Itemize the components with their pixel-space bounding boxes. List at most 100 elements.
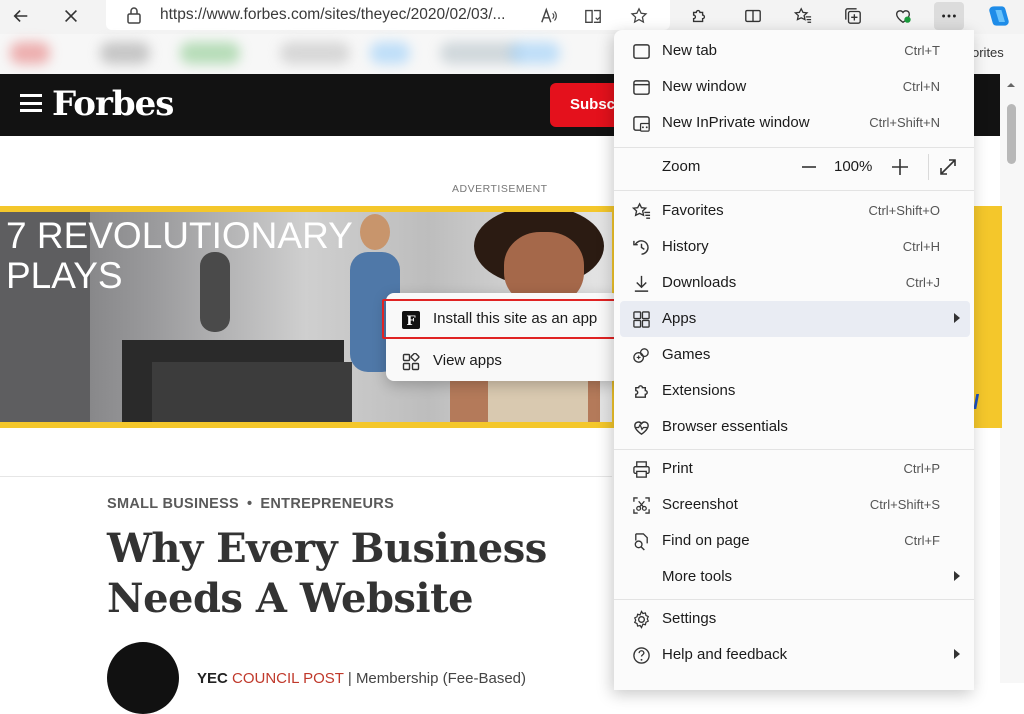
favorites-star-list-icon xyxy=(632,202,651,219)
history-clock-icon xyxy=(633,240,649,255)
menu-item-favorites[interactable]: Favorites Ctrl+Shift+O xyxy=(620,193,970,229)
section-link-small-business[interactable]: SMALL BUSINESS xyxy=(107,496,239,512)
menu-item-new-tab[interactable]: New tab Ctrl+T xyxy=(620,33,970,69)
printer-icon xyxy=(633,461,650,478)
zoom-out-minus-icon[interactable] xyxy=(800,158,818,176)
menu-item-find-on-page[interactable]: Find on page Ctrl+F xyxy=(620,523,970,559)
menu-item-extensions[interactable]: Extensions xyxy=(620,373,970,409)
menu-item-help-and-feedback[interactable]: Help and feedback xyxy=(620,637,970,673)
heart-pulse-icon xyxy=(896,10,911,24)
page-scrollbar[interactable] xyxy=(1000,74,1024,683)
new-tab-icon xyxy=(633,44,650,59)
apps-grid-icon xyxy=(402,353,420,371)
games-controller-icon xyxy=(633,348,649,363)
menu-item-browser-essentials[interactable]: Browser essentials xyxy=(620,409,970,445)
council-post-label: COUNCIL POST xyxy=(232,670,344,687)
menu-item-apps[interactable]: Apps xyxy=(620,301,970,337)
screenshot-scissors-icon xyxy=(633,497,650,514)
browser-essentials-button[interactable] xyxy=(888,2,918,30)
menu-item-label: Find on page xyxy=(662,532,750,549)
membership-label: | Membership (Fee-Based) xyxy=(347,670,526,687)
favorites-bar-label[interactable]: orites xyxy=(972,45,1004,60)
author-name[interactable]: YEC xyxy=(197,670,228,687)
extensions-button[interactable] xyxy=(684,2,714,30)
add-favorite-button[interactable] xyxy=(624,2,654,30)
divider xyxy=(0,476,612,477)
menu-item-screenshot[interactable]: Screenshot Ctrl+Shift+S xyxy=(620,487,970,523)
menu-divider xyxy=(614,190,974,191)
star-icon xyxy=(630,7,648,24)
menu-item-shortcut: Ctrl+P xyxy=(903,461,940,476)
close-icon xyxy=(65,10,77,22)
scrollbar-thumb[interactable] xyxy=(1007,104,1016,164)
menu-item-label: Print xyxy=(662,460,693,477)
help-question-icon xyxy=(633,647,650,664)
inprivate-icon xyxy=(633,116,650,132)
puzzle-icon xyxy=(635,385,648,398)
zoom-row: Zoom 100% xyxy=(620,148,970,186)
forbes-logo[interactable]: Forbes xyxy=(52,84,174,124)
stop-loading-button[interactable] xyxy=(56,2,86,30)
zoom-level-value: 100% xyxy=(834,158,873,175)
apps-grid-icon xyxy=(633,311,650,328)
menu-item-shortcut: Ctrl+T xyxy=(904,43,940,58)
heart-pulse-icon xyxy=(634,421,649,435)
copilot-button[interactable] xyxy=(984,2,1014,30)
menu-item-new-window[interactable]: New window Ctrl+N xyxy=(620,69,970,105)
menu-item-history[interactable]: History Ctrl+H xyxy=(620,229,970,265)
favorites-list-icon xyxy=(794,7,812,23)
menu-item-label: Favorites xyxy=(662,202,724,219)
submenu-chevron-right-icon xyxy=(954,571,960,581)
gear-icon xyxy=(633,610,650,629)
menu-item-games[interactable]: Games xyxy=(620,337,970,373)
menu-item-label: Games xyxy=(662,346,711,363)
menu-item-label: New tab xyxy=(662,42,718,59)
view-apps-item[interactable]: View apps xyxy=(386,343,620,379)
menu-item-shortcut: Ctrl+H xyxy=(902,239,940,254)
menu-item-print[interactable]: Print Ctrl+P xyxy=(620,451,970,487)
author-avatar[interactable] xyxy=(107,642,179,714)
scroll-up-arrow-icon[interactable] xyxy=(1006,80,1016,90)
menu-item-label: Settings xyxy=(662,610,717,627)
menu-divider xyxy=(614,449,974,450)
view-apps-label: View apps xyxy=(433,352,502,369)
advertisement-headline[interactable]: 7 REVOLUTIONARY PLAYS xyxy=(6,216,353,296)
section-link-entrepreneurs[interactable]: ENTREPRENEURS xyxy=(260,496,394,512)
zoom-separator xyxy=(928,154,929,180)
ad-headline-line-2: PLAYS xyxy=(6,255,123,296)
menu-item-more-tools[interactable]: More tools xyxy=(620,559,970,595)
find-on-page-icon xyxy=(634,533,648,551)
menu-item-downloads[interactable]: Downloads Ctrl+J xyxy=(620,265,970,301)
back-button[interactable] xyxy=(6,2,36,30)
collections-button[interactable] xyxy=(838,2,868,30)
url-text[interactable]: https://www.forbes.com/sites/theyec/2020… xyxy=(160,6,505,24)
split-screen-icon xyxy=(745,9,761,23)
favorites-button[interactable] xyxy=(788,2,818,30)
zoom-label: Zoom xyxy=(662,158,701,175)
menu-item-shortcut: Ctrl+Shift+S xyxy=(869,497,940,512)
split-screen-button[interactable] xyxy=(738,2,768,30)
immersive-reader-button[interactable] xyxy=(578,2,608,30)
lock-icon[interactable] xyxy=(126,6,142,24)
submenu-chevron-right-icon xyxy=(954,649,960,659)
menu-item-label: Help and feedback xyxy=(662,646,788,663)
menu-item-shortcut: Ctrl+J xyxy=(905,275,940,290)
read-aloud-button[interactable] xyxy=(534,2,564,30)
zoom-in-plus-icon[interactable] xyxy=(890,157,910,177)
download-arrow-icon xyxy=(634,275,649,292)
menu-item-shortcut: Ctrl+Shift+O xyxy=(868,203,940,218)
menu-item-settings[interactable]: Settings xyxy=(620,601,970,637)
menu-item-label: Apps xyxy=(662,310,697,327)
ad-headline-line-1: 7 REVOLUTIONARY xyxy=(6,215,353,256)
read-aloud-icon xyxy=(541,7,557,23)
menu-item-new-inprivate-window[interactable]: New InPrivate window Ctrl+Shift+N xyxy=(620,105,970,141)
settings-and-more-button[interactable] xyxy=(934,2,964,30)
fullscreen-expand-icon[interactable] xyxy=(938,157,958,177)
collections-icon xyxy=(845,8,861,24)
copilot-icon xyxy=(989,6,1009,26)
hamburger-menu-icon[interactable] xyxy=(20,94,42,112)
menu-item-label: Screenshot xyxy=(662,496,738,513)
browser-toolbar: https://www.forbes.com/sites/theyec/2020… xyxy=(0,0,1024,34)
settings-and-more-menu: New tab Ctrl+T New window Ctrl+N New InP… xyxy=(614,30,974,690)
menu-item-label: Browser essentials xyxy=(662,418,788,435)
